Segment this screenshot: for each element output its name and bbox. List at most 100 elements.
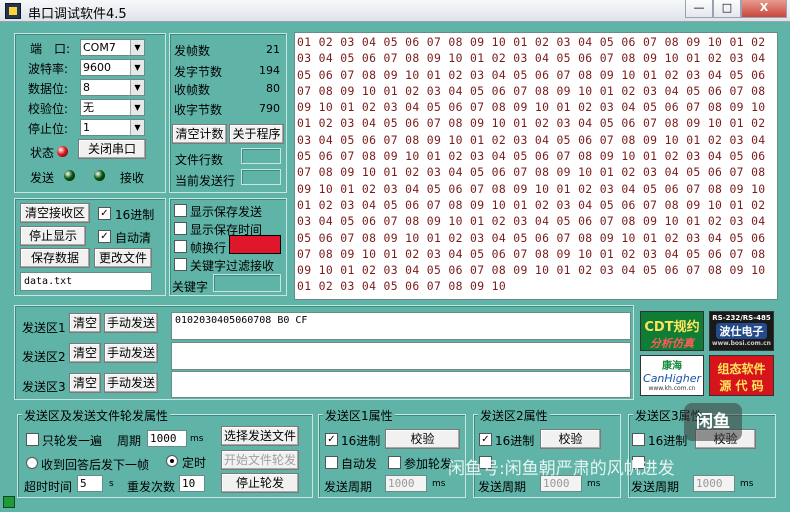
resend-input[interactable]: 10 [179,475,205,492]
recv-reply-radio[interactable] [26,457,38,469]
area2-hex-checkbox[interactable]: ✓ [479,433,492,446]
send-area-1-manual-button[interactable]: 手动发送 [104,313,158,333]
area3-hex-checkbox[interactable] [632,433,645,446]
only-once-label: 只轮发一遍 [42,434,103,448]
area3-period-input[interactable]: 1000 [693,475,735,492]
stop-display-button[interactable]: 停止显示 [20,226,86,246]
send-area-1-clear-button[interactable]: 清空 [69,313,101,333]
baud-label: 波特率: [28,62,69,76]
bytes-sent-value: 194 [259,64,280,77]
stopbits-value: 1 [83,121,90,134]
period-input[interactable]: 1000 [147,430,187,447]
receive-text-area[interactable]: 01 02 03 04 05 06 07 08 09 10 01 02 03 0… [294,32,778,300]
send-area-3-manual-button[interactable]: 手动发送 [104,373,158,393]
baud-select[interactable]: 9600 ▼ [80,59,145,76]
area1-auto-send-checkbox[interactable] [325,456,338,469]
send-area-2-manual-button[interactable]: 手动发送 [104,343,158,363]
clear-receive-button[interactable]: 清空接收区 [20,203,90,223]
bytes-recv-label: 收字节数 [174,103,223,117]
save-data-button[interactable]: 保存数据 [20,248,90,268]
rotation-group-title: 发送区及发送文件轮发属性 [22,407,171,424]
recv-indicator-label: 接收 [120,171,145,185]
port-label: 端 口: [30,42,71,56]
hex-receive-checkbox[interactable]: ✓ [98,207,111,220]
databits-select[interactable]: 8 ▼ [80,79,145,96]
change-file-button[interactable]: 更改文件 [94,248,152,268]
stopbits-label: 停止位: [28,122,69,136]
chevron-down-icon: ▼ [130,40,144,55]
keyword-input[interactable] [213,274,281,292]
kanghai-logo[interactable]: 康海 CanHigher www.kh.com.cn [640,355,704,396]
watermark-text: 闲鱼号:闲鱼朝严肃的风帆进发 [448,459,675,479]
status-led-icon [57,146,68,157]
start-file-rotation-button[interactable]: 开始文件轮发 [221,450,299,470]
config-logo-line1: 组态软件 [717,362,766,376]
send-area-2-input[interactable] [171,342,631,370]
stopbits-select[interactable]: 1 ▼ [80,119,145,136]
send-area-2-props-title: 发送区2属性 [478,407,550,424]
area2-check-button[interactable]: 校验 [540,429,601,449]
area2-hex-label: 16进制 [495,434,535,448]
area1-period-input[interactable]: 1000 [385,475,427,492]
cdt-logo-line2: 分析仿真 [650,337,694,350]
port-select[interactable]: COM7 ▼ [80,39,145,56]
port-value: COM7 [83,41,116,54]
databits-value: 8 [83,81,90,94]
stop-rotation-button[interactable]: 停止轮发 [221,473,299,493]
area2-period-unit: ms [587,479,601,489]
current-line-field [241,169,281,185]
parity-value: 无 [83,101,94,114]
timed-radio[interactable] [166,455,178,467]
send-area-1-label: 发送区1 [22,321,66,335]
area1-append-checkbox[interactable] [388,456,401,469]
parity-select[interactable]: 无 ▼ [80,99,145,116]
minimize-button[interactable]: — [685,0,713,18]
only-once-checkbox[interactable] [26,433,39,446]
send-area-1-input[interactable]: 0102030405060708 B0 CF [171,312,631,340]
frame-newline-setting[interactable] [229,235,281,254]
send-area-3-input[interactable] [171,371,631,398]
bosi-logo-url: www.bosi.com.cn [712,340,771,347]
area1-period-label: 发送周期 [324,480,373,494]
kanghai-logo-cn: 康海 [662,361,682,372]
restore-button[interactable]: □ [713,0,741,18]
title-bar: 串口调试软件4.5 — □ X [0,0,790,22]
auto-clear-label: 自动清 [115,231,152,245]
bosi-logo-main: 波仕电子 [716,323,767,339]
bytes-recv-value: 790 [259,102,280,115]
area3-period-label: 发送周期 [631,480,680,494]
select-send-file-button[interactable]: 选择发送文件 [221,426,299,446]
period-unit: ms [190,434,204,444]
config-software-logo[interactable]: 组态软件 源 代 码 [709,355,774,396]
send-area-3-clear-button[interactable]: 清空 [69,373,101,393]
xianyu-badge: 闲鱼 [684,403,742,441]
send-area-2-clear-button[interactable]: 清空 [69,343,101,363]
file-name-field[interactable]: data.txt [20,272,152,291]
show-save-send-checkbox[interactable] [174,204,187,217]
status-bar-icon [3,496,15,508]
auto-clear-checkbox[interactable]: ✓ [98,230,111,243]
area1-check-button[interactable]: 校验 [385,429,460,449]
timeout-input[interactable]: 5 [77,475,103,492]
keyword-label: 关键字 [172,280,209,294]
bosi-logo[interactable]: RS-232/RS-485 波仕电子 www.bosi.com.cn [709,311,774,351]
area1-hex-checkbox[interactable]: ✓ [325,433,338,446]
frame-newline-checkbox[interactable] [174,240,187,253]
send-led-icon [64,170,75,181]
timed-label: 定时 [182,456,207,470]
show-save-time-checkbox[interactable] [174,222,187,235]
period-label: 周期 [117,434,142,448]
frames-recv-value: 80 [266,82,280,95]
frames-recv-label: 收帧数 [174,83,211,97]
cdt-logo[interactable]: CDT规约 分析仿真 [640,311,704,351]
close-port-button[interactable]: 关闭串口 [78,139,146,159]
keyword-filter-checkbox[interactable] [174,258,187,271]
keyword-filter-label: 关键字过滤接收 [190,259,275,273]
frames-sent-value: 21 [266,43,280,56]
area3-period-unit: ms [740,479,754,489]
area3-hex-label: 16进制 [648,434,688,448]
area2-period-label: 发送周期 [478,480,527,494]
clear-count-button[interactable]: 清空计数 [172,124,227,144]
close-button[interactable]: X [741,0,787,18]
about-button[interactable]: 关于程序 [229,124,284,144]
